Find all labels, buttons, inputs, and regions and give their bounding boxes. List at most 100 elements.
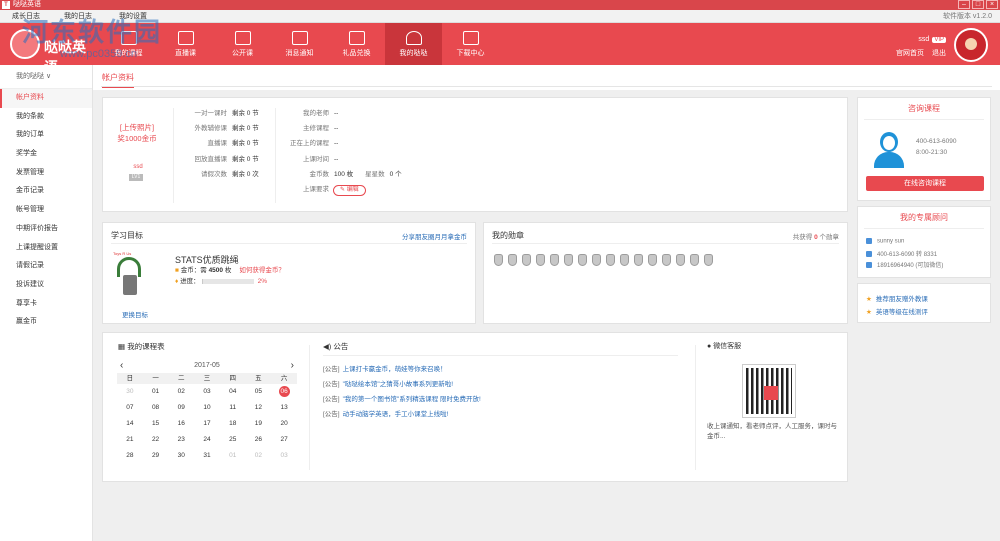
sidebar-item-leave[interactable]: 请假记录 — [0, 257, 92, 276]
account-card: [上传照片] 奖1000金币 ssd LV1 一对一课时 剩余 0 节 外教辅修课剩… — [102, 97, 848, 212]
medal-icon[interactable] — [564, 254, 573, 266]
share-link[interactable]: 分享朋友圈月月拿金币 — [402, 231, 467, 241]
calendar-day[interactable]: 21 — [117, 432, 143, 448]
nav-download[interactable]: 下载中心 — [442, 23, 499, 65]
sidebar-item-account-manage[interactable]: 帐号管理 — [0, 201, 92, 220]
calendar-day-today[interactable]: 06 — [271, 384, 297, 400]
calendar-day[interactable]: 20 — [271, 416, 297, 432]
medal-icon[interactable] — [648, 254, 657, 266]
calendar-day[interactable]: 02 — [246, 448, 272, 464]
calendar-day[interactable]: 29 — [143, 448, 169, 464]
calendar-day[interactable]: 03 — [194, 384, 220, 400]
level-test-link[interactable]: ★ 英语等级在线测评 — [866, 306, 928, 316]
avatar[interactable] — [954, 28, 988, 62]
close-button[interactable]: × — [986, 0, 998, 9]
calendar-day[interactable]: 27 — [271, 432, 297, 448]
calendar-day[interactable]: 22 — [143, 432, 169, 448]
sidebar-item-invoice[interactable]: 发票管理 — [0, 164, 92, 183]
calendar-day[interactable]: 15 — [143, 416, 169, 432]
prev-month-button[interactable]: ‹ — [120, 359, 123, 373]
calendar-day[interactable]: 30 — [117, 384, 143, 400]
nav-gifts[interactable]: 礼品兑换 — [328, 23, 385, 65]
online-consult-button[interactable]: 在线咨询课程 — [866, 176, 984, 191]
nav-live[interactable]: 直播课 — [157, 23, 214, 65]
calendar-icon: ▦ — [118, 342, 126, 351]
medal-icon[interactable] — [522, 254, 531, 266]
how-to-earn-link[interactable]: 如何获得金币？ — [239, 267, 285, 274]
sidebar-item-scholarship[interactable]: 奖学金 — [0, 145, 92, 164]
calendar-day[interactable]: 18 — [220, 416, 246, 432]
medal-icon[interactable] — [578, 254, 587, 266]
notice-item[interactable]: [公告] "哒哒绘本馆"之猜哥小故事系列更新啦! — [323, 377, 678, 392]
calendar-day[interactable]: 26 — [246, 432, 272, 448]
calendar-day[interactable]: 16 — [168, 416, 194, 432]
calendar-day[interactable]: 28 — [117, 448, 143, 464]
medal-icon[interactable] — [606, 254, 615, 266]
calendar-day[interactable]: 13 — [271, 400, 297, 416]
lesson-list: 一对一课时 剩余 0 节 外教辅修课 剩余 0 节 直播课 剩余 0 节 回放直播课剩… — [181, 106, 259, 182]
medal-icon[interactable] — [704, 254, 713, 266]
change-goal-link[interactable]: 更换目标 — [122, 309, 148, 319]
notice-item[interactable]: [公告] 动手动脑学英语，手工小课堂上线啦! — [323, 407, 678, 422]
calendar-day[interactable]: 14 — [117, 416, 143, 432]
calendar-day[interactable]: 02 — [168, 384, 194, 400]
notice-item[interactable]: [公告] 上课打卡赢金币，萌娃等你来召唤！ — [323, 362, 678, 377]
calendar: ‹ 2017-05 › 日一二三四五六 30 01 02 03 04 05 06 07 08 09 1… — [117, 359, 297, 464]
sidebar-item-reminder[interactable]: 上课提醒设置 — [0, 239, 92, 258]
info-label: 我的老师 — [303, 110, 329, 117]
medal-icon[interactable] — [676, 254, 685, 266]
calendar-day[interactable]: 19 — [246, 416, 272, 432]
calendar-day[interactable]: 24 — [194, 432, 220, 448]
calendar-day[interactable]: 05 — [246, 384, 272, 400]
maximize-button[interactable]: □ — [972, 0, 984, 9]
recommend-friend-link[interactable]: ★ 推荐朋友赠外教课 — [866, 293, 928, 303]
sidebar-item-report[interactable]: 中期评价报告 — [0, 220, 92, 239]
medal-icon[interactable] — [536, 254, 545, 266]
medal-icon[interactable] — [662, 254, 671, 266]
calendar-day[interactable]: 11 — [220, 400, 246, 416]
sidebar-item-orders[interactable]: 我的订单 — [0, 126, 92, 145]
calendar-day[interactable]: 30 — [168, 448, 194, 464]
medal-icon[interactable] — [634, 254, 643, 266]
medal-icon[interactable] — [620, 254, 629, 266]
calendar-day[interactable]: 25 — [220, 432, 246, 448]
nav-my-dada[interactable]: 我的哒哒 — [385, 23, 442, 65]
sidebar-header[interactable]: 我的哒哒 ∨ — [0, 65, 92, 89]
calendar-day[interactable]: 01 — [143, 384, 169, 400]
calendar-day[interactable]: 07 — [117, 400, 143, 416]
calendar-day[interactable]: 10 — [194, 400, 220, 416]
sidebar-item-vip-card[interactable]: 尊享卡 — [0, 295, 92, 314]
edit-requirement-button[interactable]: ✎ 编辑 — [333, 185, 366, 197]
minimize-button[interactable]: – — [958, 0, 970, 9]
sidebar-item-coins[interactable]: 金币记录 — [0, 182, 92, 201]
sidebar-item-earn-coins[interactable]: 赢金币 — [0, 313, 92, 332]
medal-icon[interactable] — [592, 254, 601, 266]
calendar-day[interactable]: 31 — [194, 448, 220, 464]
sidebar-item-terms[interactable]: 我的条款 — [0, 108, 92, 127]
notice-item[interactable]: [公告] "我的第一个图书馆"系列精选课程 限时免费开放! — [323, 392, 678, 407]
medal-icon[interactable] — [550, 254, 559, 266]
sidebar-item-feedback[interactable]: 投诉建议 — [0, 276, 92, 295]
nav-messages[interactable]: 消息通知 — [271, 23, 328, 65]
upload-photo-link[interactable]: [上传照片] 奖1000金币 — [113, 122, 161, 144]
notice-header: ◀) 公告 — [323, 341, 678, 354]
calendar-day[interactable]: 17 — [194, 416, 220, 432]
medal-icon[interactable] — [690, 254, 699, 266]
calendar-day[interactable]: 04 — [220, 384, 246, 400]
medal-icon[interactable] — [494, 254, 503, 266]
nav-open-class[interactable]: 公开课 — [214, 23, 271, 65]
calendar-day[interactable]: 12 — [246, 400, 272, 416]
next-month-button[interactable]: › — [291, 359, 294, 373]
calendar-day[interactable]: 03 — [271, 448, 297, 464]
calendar-day[interactable]: 23 — [168, 432, 194, 448]
notice-tag: [公告] — [323, 366, 340, 373]
logout-link[interactable]: 退出 — [932, 50, 946, 57]
home-link[interactable]: 官网首页 — [896, 50, 924, 57]
calendar-day-number: 03 — [280, 452, 288, 459]
medal-icon[interactable] — [508, 254, 517, 266]
sidebar-item-account[interactable]: 帐户资料 — [0, 89, 92, 108]
calendar-day[interactable]: 08 — [143, 400, 169, 416]
calendar-day[interactable]: 09 — [168, 400, 194, 416]
calendar-day[interactable]: 01 — [220, 448, 246, 464]
consult-hours: 8:00-21:30 — [916, 149, 948, 156]
